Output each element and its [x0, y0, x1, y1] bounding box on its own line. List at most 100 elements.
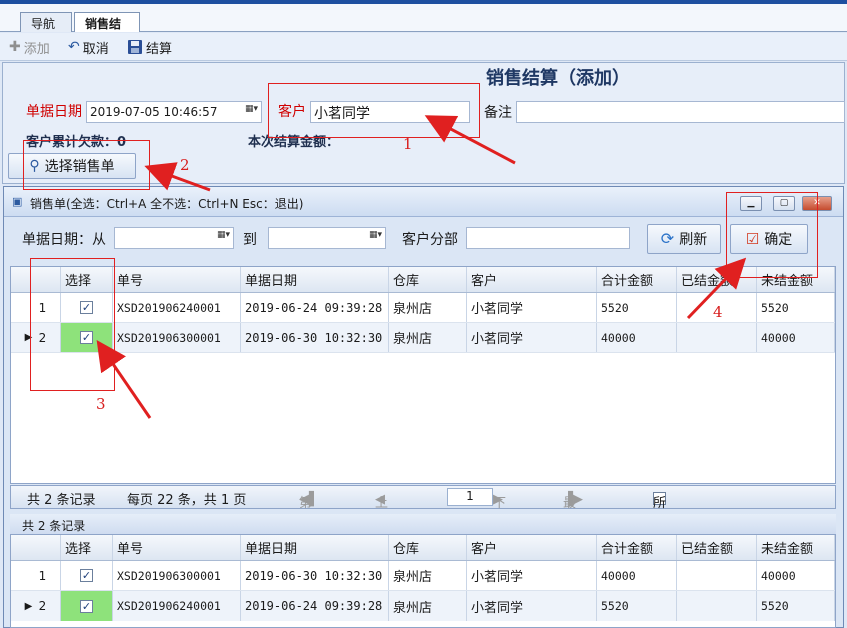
- dialog-title: 销售单(全选：Ctrl+A 全不选：Ctrl+N Esc：退出): [30, 197, 304, 211]
- col-customer[interactable]: 客户: [467, 267, 597, 292]
- total-cell: 40000: [597, 323, 677, 352]
- filter-date-to-field[interactable]: ▦▾: [268, 227, 386, 249]
- col-select[interactable]: 选择: [61, 535, 113, 560]
- table-row[interactable]: 1 ✓ XSD201906240001 2019-06-24 09:39:28 …: [11, 293, 835, 323]
- filter-branch-field[interactable]: [466, 227, 630, 249]
- tab-sales-settlement[interactable]: 销售结算: [74, 12, 140, 48]
- order-no-cell: XSD201906300001: [113, 561, 241, 590]
- filter-date-from-field[interactable]: ▦▾: [114, 227, 234, 249]
- warehouse-cell: 泉州店: [389, 561, 467, 590]
- cancel-button-label: 取消: [82, 41, 109, 57]
- col-order-no[interactable]: 单号: [113, 267, 241, 292]
- col-unsettled[interactable]: 未结金额: [757, 535, 835, 560]
- sales-order-grid: 选择 单号 单据日期 仓库 客户 合计金额 已结金额 未结金额 1 ✓ XSD2…: [10, 266, 836, 484]
- annotation-number-2: 2: [180, 156, 190, 174]
- col-settled[interactable]: 已结金额: [677, 535, 757, 560]
- warehouse-cell: 泉州店: [389, 323, 467, 352]
- page-number-input[interactable]: 1: [447, 488, 493, 506]
- select-cell[interactable]: ✓: [61, 591, 113, 621]
- grid-header: 选择 单号 单据日期 仓库 客户 合计金额 已结金额 未结金额: [11, 535, 835, 561]
- col-warehouse[interactable]: 仓库: [389, 535, 467, 560]
- current-row-pointer-icon: ▶: [24, 600, 33, 612]
- unsettled-cell: 40000: [757, 323, 835, 352]
- col-date[interactable]: 单据日期: [241, 267, 389, 292]
- calendar-dropdown-icon[interactable]: ▦▾: [215, 230, 232, 246]
- total-cell: 40000: [597, 561, 677, 590]
- selected-order-grid: 选择 单号 单据日期 仓库 客户 合计金额 已结金额 未结金额 1 ✓ XSD2…: [10, 534, 836, 628]
- date-cell: 2019-06-24 09:39:28: [241, 293, 389, 322]
- unsettled-cell: 40000: [757, 561, 835, 590]
- date-field-value: 2019-07-05 10:46:57: [90, 105, 218, 119]
- grid-header: 选择 单号 单据日期 仓库 客户 合计金额 已结金额 未结金额: [11, 267, 835, 293]
- customer-cell: 小茗同学: [467, 293, 597, 322]
- annotation-box-confirm: [726, 192, 818, 278]
- refresh-icon: ⟳: [660, 229, 675, 248]
- date-cell: 2019-06-24 09:39:28: [241, 591, 389, 621]
- undo-icon: ↶: [68, 39, 80, 55]
- total-cell: 5520: [597, 293, 677, 322]
- save-disk-icon: [128, 40, 142, 54]
- customer-cell: 小茗同学: [467, 561, 597, 590]
- order-no-cell: XSD201906240001: [113, 591, 241, 621]
- plus-icon: ✚: [9, 39, 21, 55]
- settle-button-label: 结算: [146, 41, 173, 57]
- warehouse-cell: 泉州店: [389, 591, 467, 621]
- customer-cell: 小茗同学: [467, 591, 597, 621]
- row-checkbox[interactable]: ✓: [80, 599, 93, 613]
- col-warehouse[interactable]: 仓库: [389, 267, 467, 292]
- annotation-number-1: 1: [403, 135, 413, 153]
- annotation-box-customer: [268, 83, 480, 138]
- select-cell[interactable]: ✓: [61, 561, 113, 590]
- remark-label: 备注: [484, 105, 512, 121]
- filter-date-to-label: 到: [243, 232, 257, 248]
- filter-branch-label: 客户分部: [402, 232, 458, 248]
- record-count: 共 2 条记录: [27, 493, 96, 508]
- annotation-number-4: 4: [713, 303, 723, 321]
- row-index: ▶ 2: [11, 591, 61, 621]
- add-button[interactable]: ✚ 添加: [9, 38, 50, 57]
- table-row[interactable]: ▶ 2 ✓ XSD201906300001 2019-06-30 10:32:30…: [11, 323, 835, 353]
- col-total[interactable]: 合计金额: [597, 535, 677, 560]
- row-checkbox[interactable]: ✓: [80, 569, 93, 582]
- tab-navigation[interactable]: 导航图: [20, 12, 72, 48]
- warehouse-cell: 泉州店: [389, 293, 467, 322]
- settled-cell: [677, 591, 757, 621]
- col-customer[interactable]: 客户: [467, 535, 597, 560]
- table-row[interactable]: ▶ 2 ✓ XSD201906240001 2019-06-24 09:39:28…: [11, 591, 835, 621]
- col-total[interactable]: 合计金额: [597, 267, 677, 292]
- row-index-text: 1: [38, 568, 47, 583]
- unsettled-cell: 5520: [757, 591, 835, 621]
- top-accent-bar: [0, 0, 847, 4]
- row-index: 1: [11, 561, 61, 590]
- calendar-dropdown-icon[interactable]: ▦▾: [367, 230, 384, 246]
- filter-date-from-label: 单据日期：从: [22, 232, 106, 248]
- dialog-title-bar[interactable]: ▣ 销售单(全选：Ctrl+A 全不选：Ctrl+N Esc：退出): [4, 187, 843, 217]
- row-header-corner: [11, 535, 61, 560]
- page-info: 每页 22 条，共 1 页: [127, 493, 247, 508]
- cancel-button[interactable]: ↶ 取消: [68, 38, 109, 57]
- customer-cell: 小茗同学: [467, 323, 597, 352]
- order-no-cell: XSD201906300001: [113, 323, 241, 352]
- add-button-label: 添加: [23, 41, 50, 57]
- calendar-dropdown-icon[interactable]: ▦▾: [243, 104, 260, 120]
- col-order-no[interactable]: 单号: [113, 535, 241, 560]
- order-no-cell: XSD201906240001: [113, 293, 241, 322]
- settled-cell: [677, 323, 757, 352]
- settled-cell: [677, 561, 757, 590]
- unsettled-cell: 5520: [757, 293, 835, 322]
- annotation-box-select-order: [23, 140, 150, 190]
- total-cell: 5520: [597, 591, 677, 621]
- annotation-box-select-column: [30, 258, 115, 391]
- table-row[interactable]: 1 ✓ XSD201906300001 2019-06-30 10:32:30 …: [11, 561, 835, 591]
- window-icon: ▣: [12, 195, 23, 208]
- row-index-text: 2: [38, 599, 47, 613]
- col-date[interactable]: 单据日期: [241, 535, 389, 560]
- annotation-number-3: 3: [96, 395, 106, 413]
- settle-button[interactable]: 结算: [127, 38, 173, 57]
- pager: 共 2 条记录 每页 22 条，共 1 页 ◀▌第一页 ◀上一页 1 ▶下一页 …: [10, 485, 836, 568]
- remark-field[interactable]: [516, 101, 845, 123]
- date-field[interactable]: 2019-07-05 10:46:57 ▦▾: [86, 101, 262, 123]
- refresh-button[interactable]: ⟳ 刷新: [647, 224, 721, 254]
- date-cell: 2019-06-30 10:32:30: [241, 323, 389, 352]
- page-title: 销售结算（添加）: [486, 68, 630, 89]
